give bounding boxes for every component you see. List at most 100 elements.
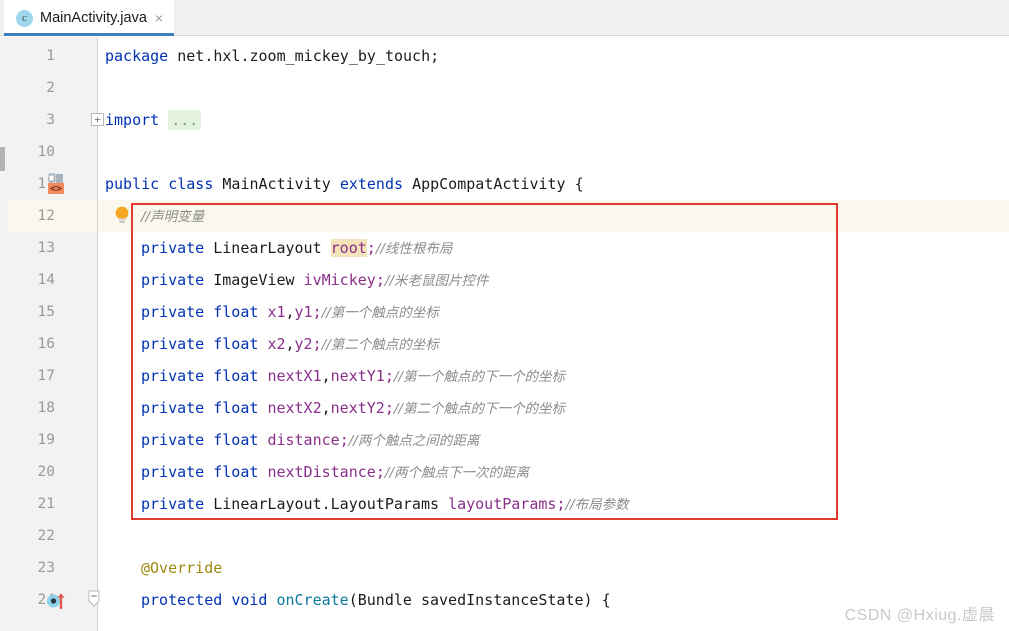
code-line-22[interactable]: [98, 520, 1009, 552]
gutter-line-16[interactable]: 16: [8, 328, 97, 360]
code-line-16[interactable]: private float x2,y2;//第二个触点的坐标: [98, 328, 1009, 360]
gutter-line-12[interactable]: 12: [8, 200, 97, 232]
line-number: 17: [37, 368, 55, 384]
gutter-line-2[interactable]: 2: [8, 72, 97, 104]
watermark-text: CSDN @Hxiug.虚晨: [844, 607, 995, 624]
token: AppCompatActivity {: [412, 175, 584, 193]
vcs-change-marker[interactable]: [0, 147, 5, 171]
gutter-line-20[interactable]: 20: [8, 456, 97, 488]
token: private: [141, 399, 214, 417]
code-line-text: private float distance;//两个触点之间的距离: [98, 424, 479, 457]
code-line-13[interactable]: private LinearLayout root;//线性根布局: [98, 232, 1009, 264]
token: //米老鼠图片控件: [384, 273, 489, 289]
token: //布局参数: [565, 497, 629, 513]
line-number: 12: [37, 208, 55, 224]
gutter-line-15[interactable]: 15: [8, 296, 97, 328]
editor-gutter[interactable]: 1 2 3 10 11 12 13 14 15 16 17 18 19 20 21 22 23 24: [8, 37, 97, 631]
code-editor[interactable]: 1 2 3 10 11 12 13 14 15 16 17 18 19 20 21 22 23 24 packag…: [0, 37, 1009, 631]
code-line-text: private float nextX1,nextY1;//第一个触点的下一个的…: [98, 360, 565, 393]
gutter-line-13[interactable]: 13: [8, 232, 97, 264]
code-line-21[interactable]: private LinearLayout.LayoutParams layout…: [98, 488, 1009, 520]
line-number: 2: [46, 80, 55, 96]
gutter-line-18[interactable]: 18: [8, 392, 97, 424]
gutter-line-22[interactable]: 22: [8, 520, 97, 552]
token: nextX1: [267, 367, 322, 385]
token: x1: [267, 303, 286, 321]
fold-expand-icon[interactable]: +: [91, 113, 104, 126]
line-number: 15: [37, 304, 55, 320]
token: //第一个触点的坐标: [321, 305, 439, 321]
token: ivMickey: [303, 271, 376, 289]
code-line-23[interactable]: @Override: [98, 552, 1009, 584]
java-class-icon: c: [16, 9, 33, 27]
gutter-line-10[interactable]: 10: [8, 136, 97, 168]
token: (Bundle savedInstanceState) {: [348, 591, 611, 609]
token: y1: [294, 303, 313, 321]
token: ;: [384, 367, 394, 385]
token: extends: [339, 175, 413, 193]
code-line-15[interactable]: private float x1,y1;//第一个触点的坐标: [98, 296, 1009, 328]
token: root: [330, 239, 367, 257]
line-number: 14: [37, 272, 55, 288]
gutter-line-21[interactable]: 21: [8, 488, 97, 520]
token: package: [105, 47, 178, 65]
code-line-18[interactable]: private float nextX2,nextY2;//第二个触点的下一个的…: [98, 392, 1009, 424]
code-line-3[interactable]: import ...: [98, 104, 1009, 136]
code-line-19[interactable]: private float distance;//两个触点之间的距离: [98, 424, 1009, 456]
overriding-method-icon[interactable]: [46, 589, 72, 611]
code-line-text: protected void onCreate(Bundle savedInst…: [98, 584, 611, 616]
code-line-10[interactable]: [98, 136, 1009, 168]
line-number: 18: [37, 400, 55, 416]
token: ;: [312, 335, 322, 353]
token: float: [213, 463, 268, 481]
android-class-icon[interactable]: <>: [46, 172, 70, 196]
code-line-text: @Override: [98, 552, 222, 584]
code-line-12[interactable]: //声明变量: [98, 200, 1009, 232]
code-line-17[interactable]: private float nextX1,nextY1;//第一个触点的下一个的…: [98, 360, 1009, 392]
close-icon[interactable]: ×: [154, 11, 164, 25]
code-line-1[interactable]: package net.hxl.zoom_mickey_by_touch;: [98, 40, 1009, 72]
intention-bulb-icon[interactable]: [112, 205, 132, 227]
token: ImageView: [213, 271, 304, 289]
token: float: [213, 399, 268, 417]
token: ;: [384, 399, 394, 417]
token: //两个触点之间的距离: [348, 433, 480, 449]
gutter-line-23[interactable]: 23: [8, 552, 97, 584]
code-line-2[interactable]: [98, 72, 1009, 104]
svg-text:<>: <>: [50, 184, 62, 195]
line-number: 16: [37, 336, 55, 352]
gutter-line-3[interactable]: 3: [8, 104, 97, 136]
code-line-text: private float nextX2,nextY2;//第二个触点的下一个的…: [98, 392, 565, 425]
code-line-14[interactable]: private ImageView ivMickey;//米老鼠图片控件: [98, 264, 1009, 296]
token: private: [141, 367, 214, 385]
token: private: [141, 303, 214, 321]
code-content-area[interactable]: package net.hxl.zoom_mickey_by_touch;imp…: [98, 37, 1009, 631]
token: nextDistance: [267, 463, 376, 481]
token: float: [213, 431, 268, 449]
tab-label: MainActivity.java: [40, 10, 147, 26]
code-line-text: private float x2,y2;//第二个触点的坐标: [98, 328, 439, 361]
code-line-text: private float nextDistance;//两个触点下一次的距离: [98, 456, 529, 489]
code-line-text: private LinearLayout.LayoutParams layout…: [98, 488, 629, 521]
token: import: [105, 111, 169, 129]
code-line-text: private float x1,y1;//第一个触点的坐标: [98, 296, 439, 329]
gutter-line-17[interactable]: 17: [8, 360, 97, 392]
token: class: [168, 175, 223, 193]
token: //声明变量: [141, 209, 205, 225]
fold-collapse-icon[interactable]: [85, 589, 103, 611]
code-line-text: private LinearLayout root;//线性根布局: [98, 232, 452, 265]
tab-mainactivity-java[interactable]: c MainActivity.java ×: [4, 0, 175, 36]
token: ;: [375, 463, 385, 481]
line-number: 19: [37, 432, 55, 448]
token: private: [141, 463, 214, 481]
token: MainActivity: [222, 175, 340, 193]
token: onCreate: [276, 591, 349, 609]
code-line-11[interactable]: public class MainActivity extends AppCom…: [98, 168, 1009, 200]
token: private: [141, 495, 214, 513]
gutter-line-19[interactable]: 19: [8, 424, 97, 456]
code-line-20[interactable]: private float nextDistance;//两个触点下一次的距离: [98, 456, 1009, 488]
gutter-line-1[interactable]: 1: [8, 40, 97, 72]
editor-left-strip: [0, 37, 8, 631]
gutter-line-14[interactable]: 14: [8, 264, 97, 296]
token: private: [141, 271, 214, 289]
